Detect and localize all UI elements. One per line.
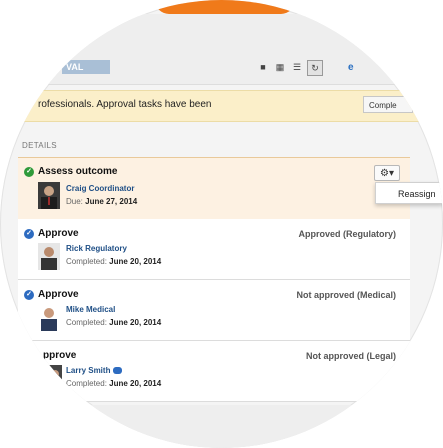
avatar bbox=[46, 365, 62, 392]
task-title: Assess outcome bbox=[38, 166, 118, 177]
details-heading: DETAILS bbox=[22, 141, 57, 150]
bottom-area bbox=[0, 405, 443, 448]
date-value: June 20, 2014 bbox=[109, 379, 162, 388]
grid-view-icon[interactable]: ☰ bbox=[290, 60, 304, 74]
outcome-label: Approved (Regulatory) bbox=[298, 229, 396, 239]
task-date: Completed: June 20, 2014 bbox=[66, 257, 161, 266]
date-prefix: Completed: bbox=[66, 318, 107, 327]
complete-button[interactable]: Comple bbox=[363, 96, 413, 113]
assignee-name[interactable]: Craig Coordinator bbox=[66, 184, 134, 193]
split-view-icon[interactable]: ▦ bbox=[273, 60, 287, 74]
approval-badge: VAL bbox=[62, 60, 110, 74]
check-circle-icon: ✓ bbox=[24, 229, 34, 239]
notice-banner: rofessionals. Approval tasks have been C… bbox=[0, 90, 443, 122]
check-circle-icon: ✓ bbox=[24, 167, 34, 177]
assignee-name[interactable]: Rick Regulatory bbox=[66, 244, 127, 253]
zoom-circle: VAL ■ ▦ ☰ ↻ e rofessionals. Approval tas… bbox=[0, 0, 443, 448]
avatar bbox=[38, 182, 60, 209]
task-card-regulatory[interactable]: ✓ Approve Approved (Regulatory) Rick Reg… bbox=[18, 219, 410, 280]
ie-icon[interactable]: e bbox=[348, 62, 360, 74]
assignee-name[interactable]: Larry Smith bbox=[66, 366, 123, 375]
gear-menu-button[interactable]: ⚙▾ bbox=[374, 165, 400, 181]
task-date: Completed: June 20, 2014 bbox=[66, 379, 161, 388]
refresh-icon[interactable]: ↻ bbox=[307, 60, 323, 76]
view-switcher: ■ ▦ ☰ ↻ bbox=[256, 60, 323, 76]
avatar bbox=[38, 243, 60, 270]
date-value: June 27, 2014 bbox=[85, 197, 138, 206]
avatar bbox=[38, 304, 60, 331]
list-view-icon[interactable]: ■ bbox=[256, 60, 270, 74]
task-title: Approve bbox=[38, 289, 79, 300]
task-date: Due: June 27, 2014 bbox=[66, 197, 137, 206]
task-card-legal[interactable]: pprove Not approved (Legal) Larry Smith … bbox=[18, 341, 410, 402]
task-date: Completed: June 20, 2014 bbox=[66, 318, 161, 327]
outcome-label: Not approved (Legal) bbox=[305, 351, 396, 361]
task-title: Approve bbox=[38, 228, 79, 239]
assignee-name-text: Larry Smith bbox=[66, 366, 111, 375]
toolbar: VAL ■ ▦ ☰ ↻ e bbox=[0, 14, 443, 85]
date-value: June 20, 2014 bbox=[109, 318, 162, 327]
chat-icon[interactable] bbox=[113, 367, 123, 375]
orange-header-tab bbox=[155, 0, 295, 14]
notice-text: rofessionals. Approval tasks have been bbox=[38, 99, 212, 110]
check-circle-icon: ✓ bbox=[24, 290, 34, 300]
outcome-label: Not approved (Medical) bbox=[296, 290, 396, 300]
assignee-name[interactable]: Mike Medical bbox=[66, 305, 115, 314]
date-prefix: Completed: bbox=[66, 379, 107, 388]
date-prefix: Due: bbox=[66, 197, 83, 206]
reassign-menu-item[interactable]: Reassign bbox=[375, 182, 443, 204]
date-prefix: Completed: bbox=[66, 257, 107, 266]
task-card-assess[interactable]: ✓ Assess outcome Craig Coordinator Due: … bbox=[18, 157, 410, 220]
task-title: pprove bbox=[43, 350, 77, 361]
date-value: June 20, 2014 bbox=[109, 257, 162, 266]
task-card-medical[interactable]: ✓ Approve Not approved (Medical) Mike Me… bbox=[18, 280, 410, 341]
